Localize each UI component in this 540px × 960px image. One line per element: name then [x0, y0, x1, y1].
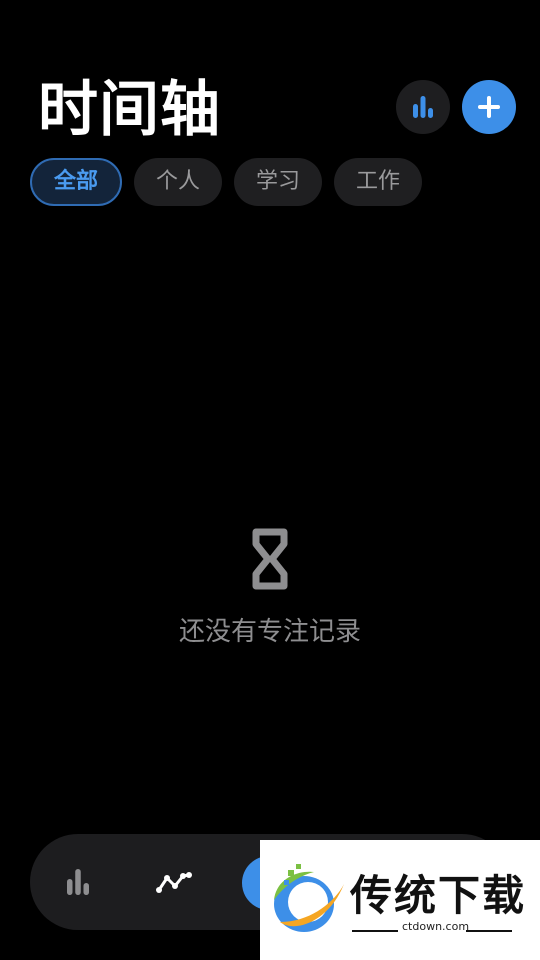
statistics-button[interactable]: [396, 80, 450, 134]
trend-icon: [156, 872, 192, 893]
stats-icon: [67, 869, 89, 895]
nav-trend-button[interactable]: [154, 862, 194, 902]
watermark-logo-icon: [274, 864, 344, 932]
nav-stats-button[interactable]: [58, 862, 98, 902]
page-title: 时间轴: [38, 75, 221, 145]
watermark-title: 传统下载: [350, 871, 527, 920]
watermark-divider-right: [466, 930, 512, 932]
plus-icon: [478, 96, 500, 118]
watermark-divider-left: [352, 930, 398, 932]
tab-all[interactable]: 全部: [30, 158, 123, 206]
tab-work[interactable]: 工作: [334, 158, 423, 206]
hourglass-icon: [252, 528, 288, 590]
bar-chart-icon: [413, 96, 433, 118]
tab-study[interactable]: 学习: [234, 158, 323, 206]
empty-state-message: 还没有专注记录: [178, 617, 361, 647]
tab-personal[interactable]: 个人: [134, 158, 223, 206]
add-button[interactable]: [462, 80, 516, 134]
category-tabs: 全部 个人 学习 工作: [30, 158, 423, 206]
watermark: 传统下载 ctdown.com: [260, 840, 540, 960]
watermark-url: ctdown.com: [402, 920, 470, 933]
